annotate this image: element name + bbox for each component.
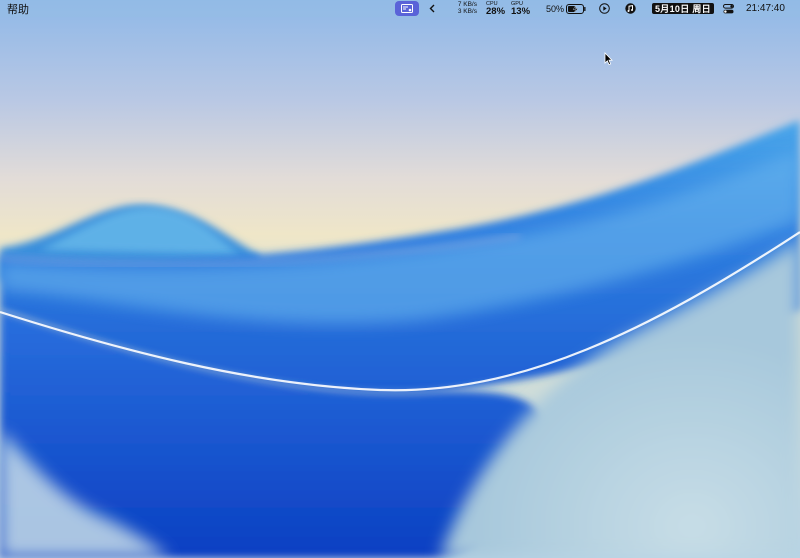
cpu-usage[interactable]: CPU 28% [486, 0, 510, 17]
network-download: 3 KB/s [457, 7, 477, 15]
music-app-icon[interactable] [624, 0, 636, 17]
play-circle-icon[interactable] [598, 0, 610, 17]
stats-app-icon[interactable] [395, 1, 419, 16]
gpu-value: 13% [511, 6, 531, 17]
date-badge[interactable]: 5月10日 周日 [652, 3, 714, 14]
mouse-cursor-icon [604, 52, 613, 66]
cpu-value: 28% [486, 6, 506, 17]
battery-percent[interactable]: 50% [546, 0, 564, 17]
network-speed[interactable]: 7 KB/s 3 KB/s [455, 0, 477, 17]
battery-charging-icon[interactable] [566, 0, 586, 17]
chevron-left-icon[interactable] [427, 0, 437, 17]
menu-clock[interactable]: 21:47:40 [746, 0, 785, 17]
control-center-icon[interactable] [722, 0, 734, 17]
desktop-wallpaper [0, 0, 800, 558]
gpu-usage[interactable]: GPU 13% [511, 0, 535, 17]
menu-bar: 帮助 7 KB/s 3 KB/s CPU 28% GPU 13% 50% 5月1… [0, 0, 800, 17]
help-menu[interactable]: 帮助 [7, 0, 29, 17]
